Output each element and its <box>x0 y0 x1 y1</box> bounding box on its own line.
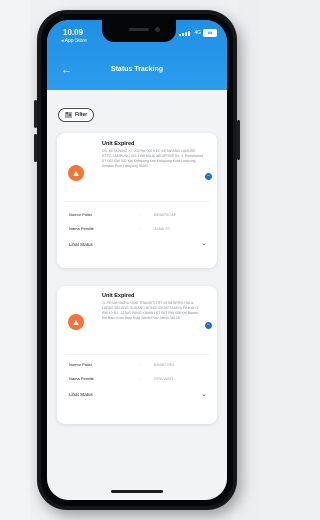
card-status: Unit Expired <box>102 141 135 147</box>
volume-down-button <box>34 134 37 162</box>
warning-icon: ▲ <box>68 165 84 181</box>
screen: 10.09 ◂ App Store 4G 88 ← Status Trackin… <box>47 20 227 500</box>
divider <box>65 201 209 202</box>
tracking-card[interactable]: ▲ Unit Expired JL.PESAH BARU LIME TRANSI… <box>57 286 217 424</box>
power-button <box>237 120 240 160</box>
camera <box>155 27 160 32</box>
notch <box>102 20 176 42</box>
volume-up-button <box>34 100 37 128</box>
row-value: SITA WATI <box>154 376 174 381</box>
lihat-status-label[interactable]: Lihat Status <box>69 392 93 397</box>
filter-label: Filter <box>75 112 88 118</box>
row-nama-pemilik: Nama Pemilik : JANA ST <box>69 226 209 231</box>
row-label: Nama Pemilik <box>69 376 94 381</box>
status-time: 10.09 <box>63 28 84 37</box>
lihat-status-label[interactable]: Lihat Status <box>69 242 93 247</box>
phone-frame: 10.09 ◂ App Store 4G 88 ← Status Trackin… <box>34 10 240 510</box>
info-badge-icon[interactable]: − <box>205 173 212 180</box>
row-value: BH4877RU <box>154 362 175 367</box>
app-bar: 10.09 ◂ App Store 4G 88 ← Status Trackin… <box>47 20 227 90</box>
card-address: DS. KETAPANG XT 002 Rw 002 KEC KETAPANG … <box>102 149 203 168</box>
speaker <box>129 28 149 31</box>
row-value: JANA ST <box>154 226 171 231</box>
row-nomor-polisi: Nomor Polisi : BH4877RU <box>69 362 209 367</box>
back-to-app-store[interactable]: ◂ App Store <box>61 38 87 44</box>
tracking-card[interactable]: ▲ Unit Expired DS. KETAPANG XT 002 Rw 00… <box>57 133 217 268</box>
chevron-down-icon[interactable]: ⌄ <box>201 239 207 247</box>
network-label: 4G <box>194 30 201 36</box>
background-left <box>0 0 30 520</box>
info-badge-icon[interactable]: − <box>205 322 212 329</box>
row-label: Nomor Polisi <box>69 212 92 217</box>
chevron-down-icon[interactable]: ⌄ <box>201 390 207 398</box>
warning-icon: ▲ <box>68 314 84 330</box>
divider <box>65 354 209 355</box>
card-address: JL.PESAH BARU LIME TRANSITO RT 09 BESERS… <box>102 301 199 320</box>
filter-icon <box>65 112 72 118</box>
row-value: BE6870CAF <box>154 212 177 217</box>
row-colon: : <box>139 376 141 381</box>
background-right <box>239 0 259 520</box>
row-nomor-polisi: Nomor Polisi : BE6870CAF <box>69 212 209 217</box>
row-colon: : <box>139 212 141 217</box>
system-icons: 4G 88 <box>179 29 217 37</box>
signal-icon <box>179 30 191 36</box>
row-colon: : <box>139 226 141 231</box>
filter-button[interactable]: Filter <box>58 108 95 122</box>
card-status: Unit Expired <box>102 293 135 299</box>
row-label: Nama Pemilik <box>69 226 94 231</box>
row-colon: : <box>139 362 141 367</box>
home-indicator[interactable] <box>111 490 163 493</box>
battery-icon: 88 <box>203 29 217 37</box>
content-panel: Filter ▲ Unit Expired DS. KETAPANG XT 00… <box>47 90 227 500</box>
page-title: Status Tracking <box>110 66 164 73</box>
row-label: Nomor Polisi <box>69 362 92 367</box>
row-nama-pemilik: Nama Pemilik : SITA WATI <box>69 376 209 381</box>
status-bar: 10.09 ◂ App Store 4G 88 <box>47 20 227 46</box>
